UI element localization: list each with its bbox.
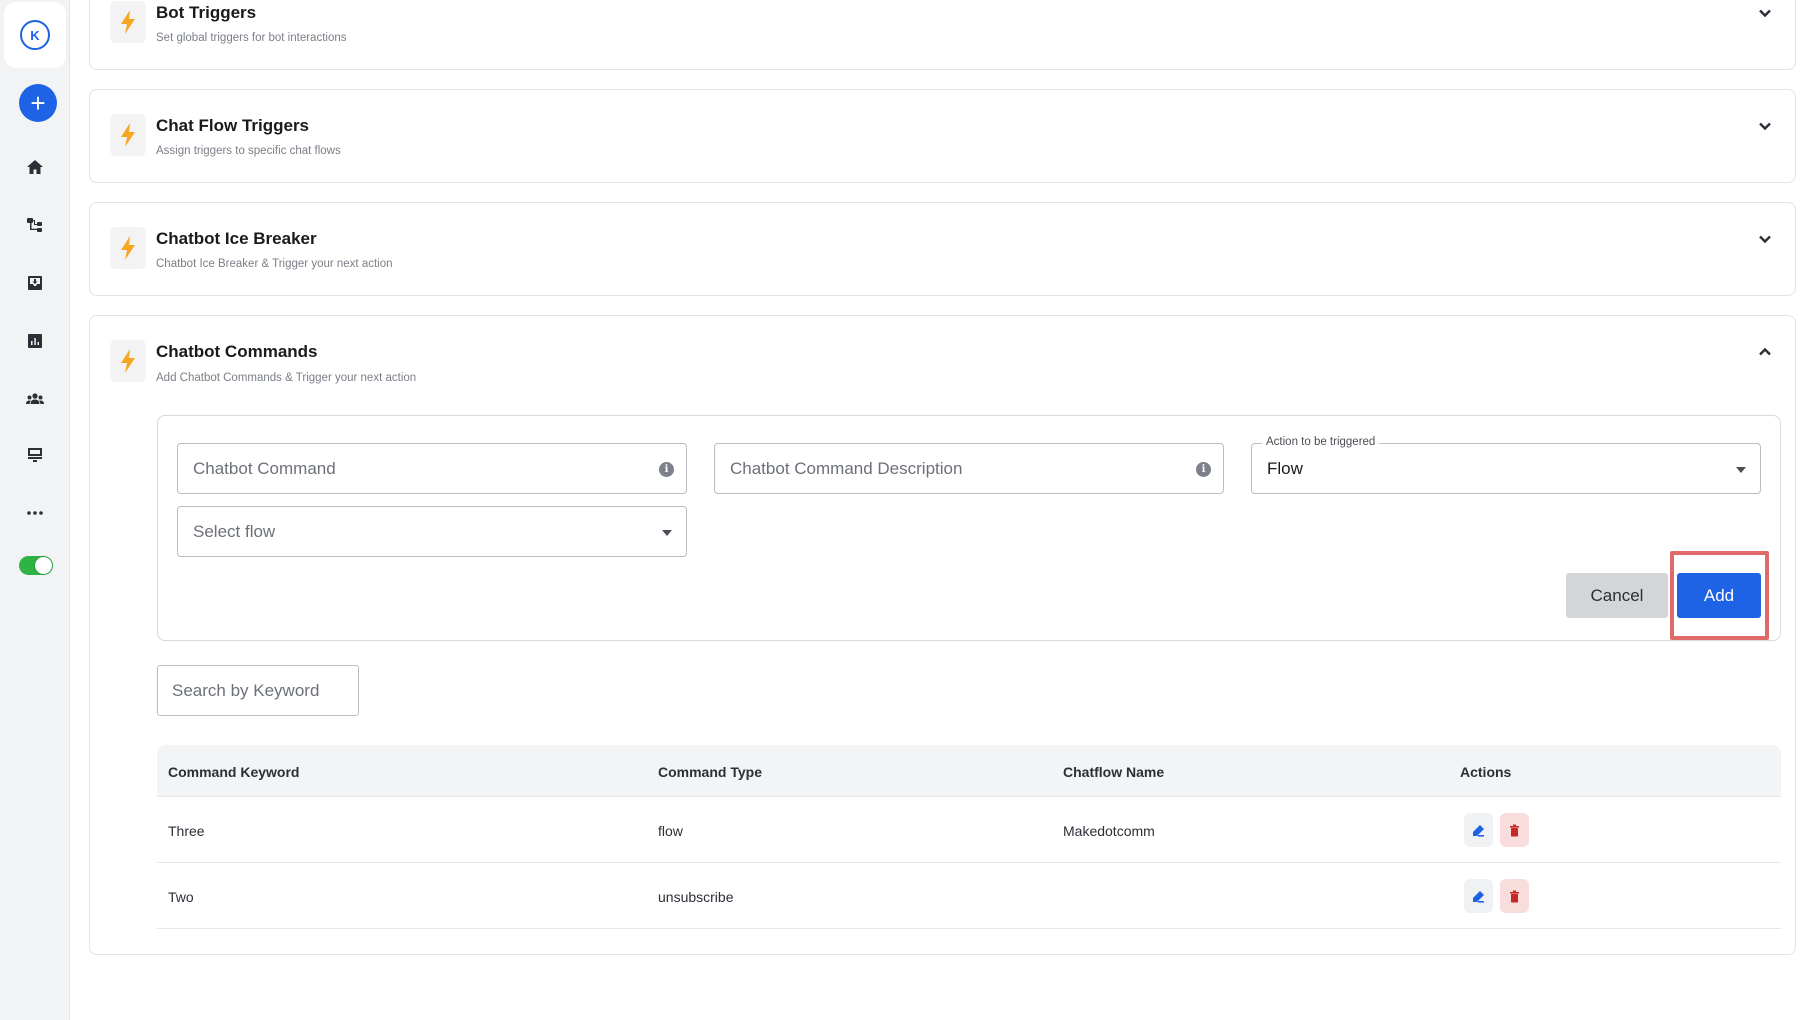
chevron-down-icon[interactable] <box>1757 231 1773 247</box>
cancel-button[interactable]: Cancel <box>1566 573 1668 618</box>
info-icon[interactable]: i <box>1196 462 1211 477</box>
panel-title: Chatbot Ice Breaker <box>156 229 317 248</box>
bolt-icon <box>110 1 146 43</box>
chatbot-command-description-input[interactable]: Chatbot Command Description i <box>714 443 1224 494</box>
highlight-box <box>1670 551 1769 640</box>
app-logo[interactable]: K <box>4 2 66 68</box>
header-chatflow-name: Chatflow Name <box>1063 764 1165 780</box>
panel-subtitle: Set global triggers for bot interactions <box>156 32 347 44</box>
select-flow-dropdown[interactable]: Select flow <box>177 506 687 557</box>
action-field-label: Action to be triggered <box>1262 436 1380 448</box>
select-flow-placeholder: Select flow <box>193 522 276 541</box>
search-placeholder: Search by Keyword <box>172 681 320 700</box>
chevron-down-icon[interactable] <box>1757 118 1773 134</box>
logo-icon: K <box>20 20 50 50</box>
channels-icon[interactable] <box>22 442 48 468</box>
cell-chatflow-name: Makedotcomm <box>1063 823 1155 839</box>
inbox-icon[interactable] <box>22 270 48 296</box>
delete-icon[interactable] <box>1500 813 1529 847</box>
header-command-keyword: Command Keyword <box>168 764 300 780</box>
flow-icon[interactable] <box>22 212 48 238</box>
panel-chatbot-ice-breaker[interactable]: Chatbot Ice Breaker Chatbot Ice Breaker … <box>89 202 1796 296</box>
dropdown-caret-icon <box>1736 467 1746 473</box>
search-by-keyword-input[interactable]: Search by Keyword <box>157 665 359 716</box>
cell-command-keyword: Two <box>168 889 194 905</box>
edit-icon[interactable] <box>1464 879 1493 913</box>
more-icon[interactable] <box>22 500 48 526</box>
chatbot-command-placeholder: Chatbot Command <box>193 459 336 478</box>
panel-subtitle: Chatbot Ice Breaker & Trigger your next … <box>156 258 393 270</box>
home-icon[interactable] <box>22 154 48 180</box>
edit-icon[interactable] <box>1464 813 1493 847</box>
dropdown-caret-icon <box>662 530 672 536</box>
cell-command-type: unsubscribe <box>658 889 734 905</box>
logo-text: K <box>30 27 40 43</box>
reports-icon[interactable] <box>22 328 48 354</box>
chevron-up-icon[interactable] <box>1757 344 1773 360</box>
panel-chat-flow-triggers[interactable]: Chat Flow Triggers Assign triggers to sp… <box>89 89 1796 183</box>
panel-subtitle: Assign triggers to specific chat flows <box>156 145 341 157</box>
bolt-icon <box>110 227 146 269</box>
table-header: Command Keyword Command Type Chatflow Na… <box>157 745 1781 797</box>
bolt-icon <box>110 114 146 156</box>
panel-subtitle: Add Chatbot Commands & Trigger your next… <box>156 372 417 384</box>
cell-command-keyword: Three <box>168 823 205 839</box>
header-command-type: Command Type <box>658 764 762 780</box>
table-row: Three flow Makedotcomm <box>157 797 1781 863</box>
table-row: Two unsubscribe <box>157 863 1781 929</box>
contacts-icon[interactable] <box>22 386 48 412</box>
action-selected-value: Flow <box>1267 459 1303 478</box>
header-actions: Actions <box>1460 764 1512 780</box>
panel-title: Bot Triggers <box>156 3 257 22</box>
bolt-icon <box>110 340 146 382</box>
action-to-be-triggered-select[interactable]: Action to be triggered Flow <box>1251 436 1761 494</box>
panel-title: Chat Flow Triggers <box>156 116 310 135</box>
toggle-knob <box>35 557 52 574</box>
sidebar: K + <box>0 0 70 1020</box>
panel-bot-triggers[interactable]: Bot Triggers Set global triggers for bot… <box>89 0 1796 70</box>
status-toggle[interactable] <box>19 556 53 575</box>
chevron-down-icon[interactable] <box>1757 5 1773 21</box>
delete-icon[interactable] <box>1500 879 1529 913</box>
create-new-button[interactable]: + <box>19 84 57 122</box>
description-placeholder: Chatbot Command Description <box>730 459 963 478</box>
cell-command-type: flow <box>658 823 683 839</box>
chatbot-command-input[interactable]: Chatbot Command i <box>177 443 687 494</box>
panel-title: Chatbot Commands <box>156 342 318 361</box>
info-icon[interactable]: i <box>659 462 674 477</box>
